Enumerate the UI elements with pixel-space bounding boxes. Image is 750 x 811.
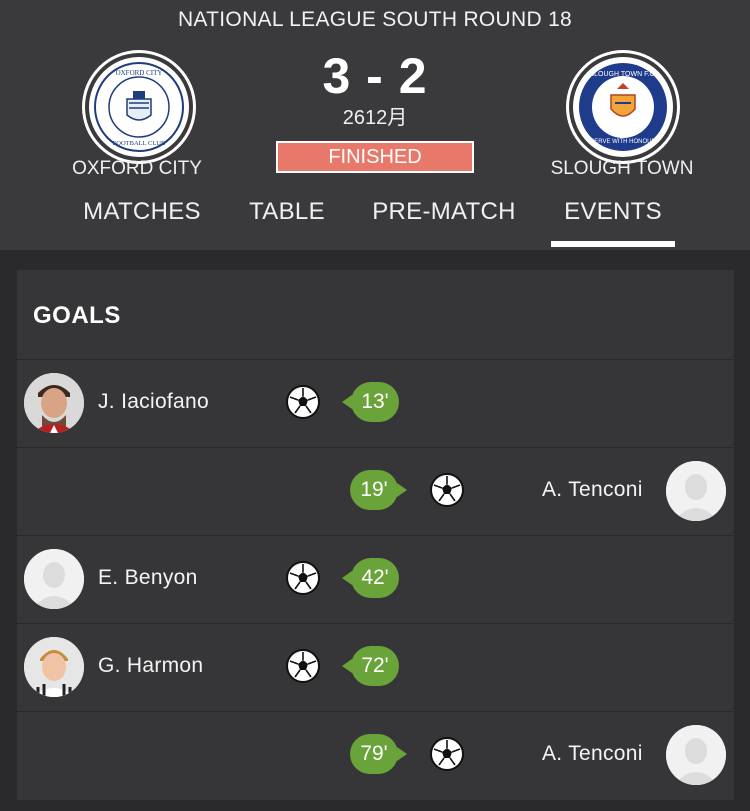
goal-minute-badge: 79'	[350, 734, 407, 774]
goals-card: GOALS J. Iaciofano 13' 19' A. Tenconi E.…	[17, 270, 734, 800]
goals-heading: GOALS	[33, 302, 121, 329]
goal-minute-badge: 19'	[350, 470, 407, 510]
oxford-city-crest-icon: OXFORD CITY FOOTBALL CLUB	[94, 62, 184, 152]
scorer-name[interactable]: A. Tenconi	[542, 742, 643, 766]
placeholder-avatar-icon	[666, 461, 726, 521]
svg-text:OXFORD CITY: OXFORD CITY	[116, 69, 163, 77]
goal-minute-badge: 72'	[342, 646, 399, 686]
goal-event-row[interactable]: 19' A. Tenconi	[17, 447, 734, 535]
scorer-name[interactable]: G. Harmon	[98, 654, 203, 678]
goal-event-row[interactable]: E. Benyon 42'	[17, 535, 734, 623]
soccer-ball-icon	[285, 560, 321, 596]
player-photo-avatar	[24, 373, 84, 433]
tab-events[interactable]: EVENTS	[541, 198, 685, 226]
svg-text:FOOTBALL CLUB: FOOTBALL CLUB	[113, 140, 166, 147]
soccer-ball-icon	[429, 736, 465, 772]
slough-town-crest-icon: SLOUGH TOWN F.C. SERVE WITH HONOUR	[579, 63, 667, 151]
away-team-crest[interactable]: SLOUGH TOWN F.C. SERVE WITH HONOUR	[569, 53, 677, 161]
match-date: 2612月	[342, 107, 408, 129]
home-team-crest[interactable]: OXFORD CITY FOOTBALL CLUB	[85, 53, 193, 161]
goal-minute-badge: 13'	[342, 382, 399, 422]
match-score: 3 - 2	[322, 48, 428, 104]
scorer-name[interactable]: J. Iaciofano	[98, 390, 209, 414]
placeholder-avatar-icon	[666, 725, 726, 785]
tab-matches[interactable]: MATCHES	[62, 198, 222, 226]
round-title: NATIONAL LEAGUE SOUTH ROUND 18	[177, 8, 573, 31]
player-photo-avatar	[24, 637, 84, 697]
away-team-name[interactable]: SLOUGH TOWN	[522, 158, 722, 180]
soccer-ball-icon	[285, 648, 321, 684]
goal-event-row[interactable]: 79' A. Tenconi	[17, 711, 734, 799]
match-header: NATIONAL LEAGUE SOUTH ROUND 18 OXFORD CI…	[0, 0, 750, 250]
svg-text:SLOUGH TOWN F.C.: SLOUGH TOWN F.C.	[589, 71, 656, 78]
goal-event-row[interactable]: J. Iaciofano 13'	[17, 359, 734, 447]
scorer-name[interactable]: E. Benyon	[98, 566, 198, 590]
scorer-name[interactable]: A. Tenconi	[542, 478, 643, 502]
soccer-ball-icon	[429, 472, 465, 508]
goal-event-row[interactable]: G. Harmon 72'	[17, 623, 734, 711]
tab-pre-match[interactable]: PRE-MATCH	[364, 198, 524, 226]
placeholder-avatar-icon	[24, 549, 84, 609]
svg-text:SERVE WITH HONOUR: SERVE WITH HONOUR	[590, 139, 656, 145]
home-team-name[interactable]: OXFORD CITY	[37, 158, 237, 180]
tab-table[interactable]: TABLE	[227, 198, 347, 226]
active-tab-indicator	[551, 241, 675, 247]
match-status-badge: FINISHED	[276, 141, 474, 173]
goal-minute-badge: 42'	[342, 558, 399, 598]
soccer-ball-icon	[285, 384, 321, 420]
